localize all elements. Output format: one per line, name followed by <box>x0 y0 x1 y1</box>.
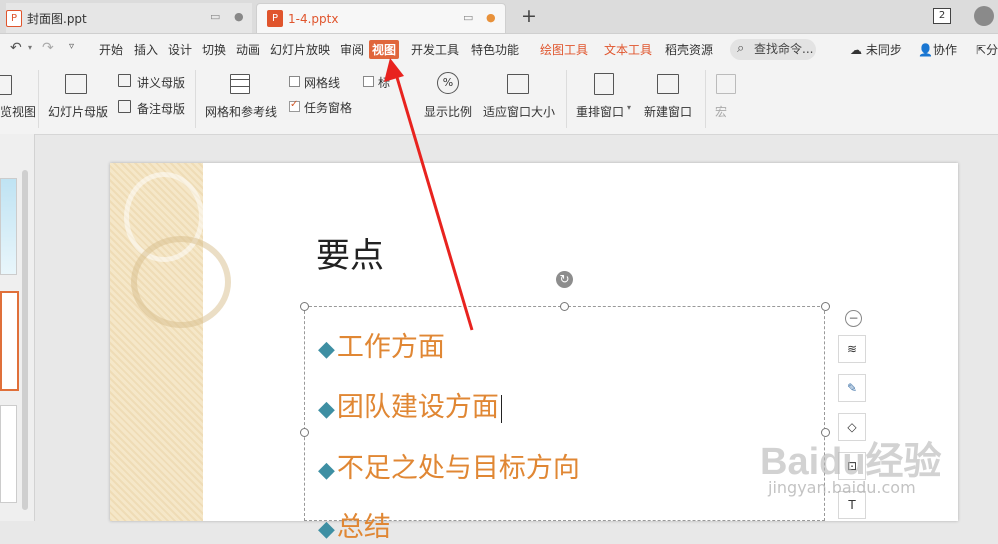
annotation-arrow <box>384 58 474 331</box>
